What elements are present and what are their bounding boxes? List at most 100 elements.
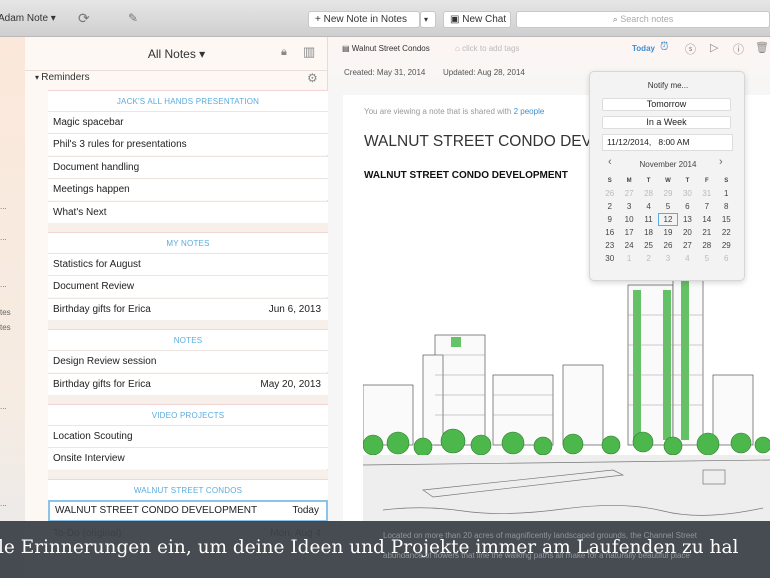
calendar-day[interactable]: 13 <box>678 213 697 226</box>
calendar-day[interactable]: 28 <box>697 239 716 252</box>
presentation-icon[interactable]: ▷ <box>710 41 718 54</box>
note-subheading[interactable]: WALNUT STREET CONDO DEVELOPMENT <box>364 170 568 181</box>
reminder-date[interactable]: Today <box>632 44 655 53</box>
calendar-day[interactable]: 26 <box>658 239 677 252</box>
calendar-day[interactable]: 1 <box>619 252 638 265</box>
calendar-day[interactable]: 3 <box>619 200 638 213</box>
calendar-day[interactable]: 27 <box>678 239 697 252</box>
sidebar-item[interactable]: ... <box>0 499 7 508</box>
note-list-item[interactable]: Onsite Interview <box>48 447 328 470</box>
alarm-clock-icon[interactable]: ⏰︎ <box>660 41 669 54</box>
datetime-field[interactable]: 11/12/2014, 8:00 AM <box>602 134 733 151</box>
calendar-day[interactable]: 6 <box>678 200 697 213</box>
section-header[interactable]: NOTES <box>48 329 328 351</box>
section-header[interactable]: JACK'S ALL HANDS PRESENTATION <box>48 90 328 111</box>
calendar-day[interactable]: 4 <box>678 252 697 265</box>
calendar-day[interactable]: 29 <box>658 187 677 200</box>
note-list-item[interactable]: Phil's 3 rules for presentations <box>48 133 328 156</box>
chat-icon: ▣ <box>450 14 463 25</box>
calendar-day[interactable]: 22 <box>717 226 736 239</box>
section-header[interactable]: MY NOTES <box>48 232 328 253</box>
gear-icon[interactable]: ⚙ <box>307 71 318 85</box>
notebook-selector[interactable]: ▤ Walnut Street Condos <box>342 44 430 53</box>
note-list-item[interactable]: Magic spacebar <box>48 111 328 133</box>
view-toggle-icon[interactable]: ▥ <box>303 44 315 60</box>
sidebar-item[interactable]: ... <box>0 233 7 242</box>
trash-icon[interactable]: 🗑︎ <box>755 41 769 54</box>
sync-icon[interactable]: ⟳ <box>78 10 90 27</box>
calendar-day[interactable]: 6 <box>717 252 736 265</box>
section-divider <box>48 395 328 404</box>
calendar-day[interactable]: 9 <box>600 213 619 226</box>
calendar-day[interactable]: 27 <box>619 187 638 200</box>
new-note-button[interactable]: + New Note in Notes <box>308 11 420 28</box>
info-icon[interactable]: ⓘ <box>733 41 744 57</box>
calendar-day[interactable]: 15 <box>717 213 736 226</box>
calendar-day[interactable]: 7 <box>697 200 716 213</box>
calendar-day[interactable]: 23 <box>600 239 619 252</box>
calendar-day[interactable]: 21 <box>697 226 716 239</box>
note-list-item[interactable]: Birthday gifts for Erica May 20, 2013 <box>48 372 328 395</box>
calendar-day[interactable]: 5 <box>697 252 716 265</box>
calendar-day[interactable]: 26 <box>600 187 619 200</box>
note-list-item[interactable]: Location Scouting <box>48 425 328 447</box>
sidebar-item[interactable]: tes <box>0 323 11 332</box>
section-divider <box>48 469 328 479</box>
calendar-day[interactable]: 30 <box>678 187 697 200</box>
search-input[interactable]: ⌕ Search notes <box>516 11 770 28</box>
share-icon[interactable]: ⓢ <box>685 41 696 57</box>
calendar-day[interactable]: 10 <box>619 213 638 226</box>
account-menu[interactable]: Adam Note ▾ <box>0 13 56 24</box>
activity-icon[interactable]: ✎ <box>128 11 138 25</box>
note-body-line[interactable]: abundance of flowers that line the walki… <box>383 551 690 560</box>
calendar-day[interactable]: 14 <box>697 213 716 226</box>
note-list-item[interactable]: Design Review session <box>48 350 328 373</box>
note-list-item[interactable]: Document handling <box>48 155 328 178</box>
tomorrow-button[interactable]: Tomorrow <box>602 98 731 111</box>
calendar-day[interactable]: 17 <box>619 226 638 239</box>
new-note-dropdown[interactable]: ▾ <box>420 11 436 28</box>
new-chat-button[interactable]: ▣ New Chat <box>443 11 511 28</box>
in-a-week-button[interactable]: In a Week <box>602 116 731 129</box>
calendar-day[interactable]: 8 <box>717 200 736 213</box>
note-list-item[interactable]: Meetings happen <box>48 178 328 201</box>
calendar-day[interactable]: 20 <box>678 226 697 239</box>
section-header[interactable]: WALNUT STREET CONDOS <box>48 478 328 500</box>
lock-icon[interactable]: 🔒︎ <box>281 46 287 59</box>
note-list-item[interactable]: Statistics for August <box>48 253 328 275</box>
calendar-day[interactable]: 30 <box>600 252 619 265</box>
calendar-day[interactable]: 29 <box>717 239 736 252</box>
calendar-day[interactable]: 28 <box>639 187 658 200</box>
reminders-toggle[interactable]: ▾ Reminders <box>35 72 90 83</box>
calendar-day[interactable]: 4 <box>639 200 658 213</box>
calendar-day[interactable]: 31 <box>697 187 716 200</box>
calendar-day[interactable]: 25 <box>639 239 658 252</box>
shared-people-link[interactable]: 2 people <box>514 107 545 116</box>
shared-text: You are viewing a note that is shared wi… <box>364 107 512 116</box>
tags-input[interactable]: ⌂ click to add tags <box>455 44 519 53</box>
note-list-item[interactable]: Birthday gifts for Erica Jun 6, 2013 <box>48 297 328 320</box>
calendar-day[interactable]: 5 <box>658 200 677 213</box>
calendar-day[interactable]: 2 <box>600 200 619 213</box>
note-list-item[interactable]: Document Review <box>48 275 328 298</box>
section-header[interactable]: VIDEO PROJECTS <box>48 404 328 425</box>
calendar-day[interactable]: 11 <box>639 213 658 226</box>
note-list-item[interactable]: What's Next <box>48 200 328 223</box>
note-title: Location Scouting <box>53 431 133 442</box>
sidebar-item[interactable]: tes <box>0 308 11 317</box>
calendar-day[interactable]: 12 <box>658 213 678 226</box>
calendar-day[interactable]: 1 <box>717 187 736 200</box>
calendar-day[interactable]: 19 <box>658 226 677 239</box>
calendar-day[interactable]: 24 <box>619 239 638 252</box>
search-placeholder: Search notes <box>620 14 674 24</box>
calendar-day[interactable]: 18 <box>639 226 658 239</box>
calendar-day[interactable]: 2 <box>639 252 658 265</box>
next-month-icon[interactable]: › <box>719 156 723 168</box>
sidebar-item[interactable]: ... <box>0 402 7 411</box>
calendar-day[interactable]: 16 <box>600 226 619 239</box>
sidebar-item[interactable]: ... <box>0 202 7 211</box>
note-body-line[interactable]: Located on more than 20 acres of magnifi… <box>383 531 697 540</box>
calendar-day[interactable]: 3 <box>658 252 677 265</box>
note-list-item[interactable]: WALNUT STREET CONDO DEVELOPMENT Today <box>48 499 328 522</box>
sidebar-item[interactable]: ... <box>0 280 7 289</box>
